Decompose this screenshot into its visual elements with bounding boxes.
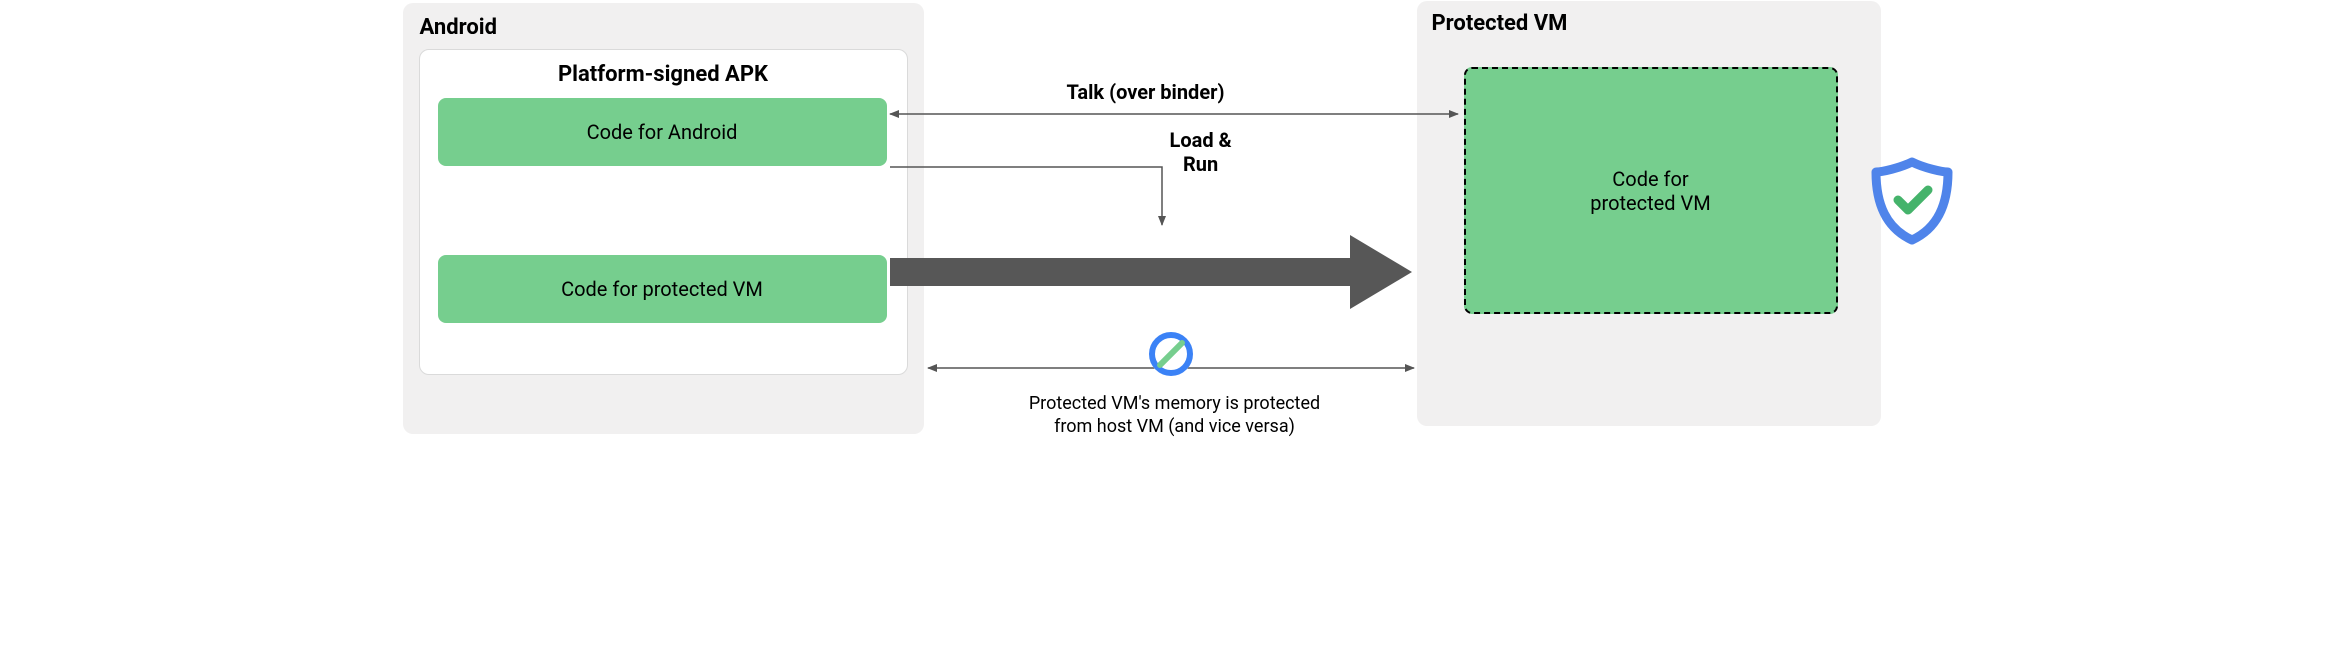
code-for-android-box: Code for Android <box>438 98 887 166</box>
prohibit-icon <box>1149 332 1193 376</box>
memory-protected-label: Protected VM's memory is protected from … <box>985 392 1365 439</box>
android-title: Android <box>420 15 498 40</box>
code-for-android-label: Code for Android <box>587 120 738 144</box>
android-panel: Android Platform-signed APK Code for And… <box>403 3 924 434</box>
big-load-arrow <box>890 235 1412 309</box>
memory-protected-line-1: Protected VM's memory is protected <box>1029 393 1320 414</box>
protected-vm-panel: Protected VM Code for protected VM <box>1417 1 1881 426</box>
protected-vm-title: Protected VM <box>1432 11 1568 36</box>
apk-title: Platform-signed APK <box>420 62 907 87</box>
code-for-pvm-source-label: Code for protected VM <box>561 277 763 301</box>
diagram-canvas: Android Platform-signed APK Code for And… <box>392 0 1959 445</box>
load-run-label: Load & Run <box>1170 128 1232 176</box>
talk-label: Talk (over binder) <box>1067 80 1225 104</box>
code-for-pvm-source-box: Code for protected VM <box>438 255 887 323</box>
load-run-line-1: Load & <box>1170 128 1232 152</box>
shield-check-icon <box>1876 162 1948 240</box>
code-for-pvm-dest-box: Code for protected VM <box>1464 67 1838 314</box>
code-for-pvm-dest-label: Code for protected VM <box>1590 167 1710 215</box>
memory-protected-line-2: from host VM (and vice versa) <box>1054 416 1295 437</box>
apk-card: Platform-signed APK Code for Android Cod… <box>419 49 908 375</box>
load-run-line-2: Run <box>1183 152 1218 176</box>
load-run-connector <box>890 167 1162 225</box>
